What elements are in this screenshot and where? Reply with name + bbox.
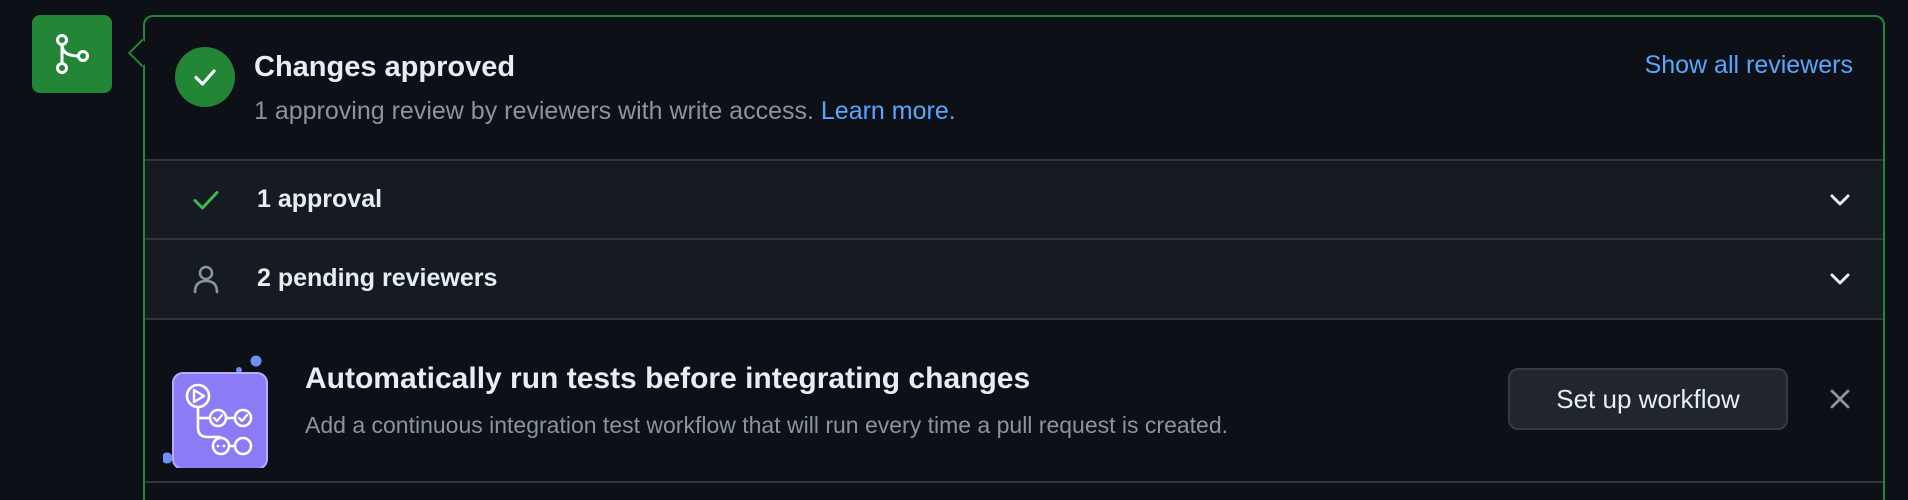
- ci-prompt-title: Automatically run tests before integrati…: [305, 362, 1031, 395]
- chevron-down-icon[interactable]: [1827, 187, 1853, 213]
- approval-header: Changes approved 1 approving review by r…: [145, 17, 1883, 161]
- approval-subtitle: 1 approving review by reviewers with wri…: [254, 97, 956, 126]
- pending-reviewers-row[interactable]: 2 pending reviewers: [145, 240, 1883, 320]
- merge-box: Changes approved 1 approving review by r…: [143, 15, 1885, 500]
- set-up-workflow-button[interactable]: Set up workflow: [1508, 368, 1788, 430]
- pending-reviewers-label: 2 pending reviewers: [257, 264, 498, 292]
- approvals-row[interactable]: 1 approval: [145, 161, 1883, 240]
- show-all-reviewers-link[interactable]: Show all reviewers: [1645, 51, 1853, 80]
- merge-status-badge: [32, 15, 112, 93]
- person-icon: [191, 264, 221, 294]
- approval-title: Changes approved: [254, 51, 516, 83]
- approved-check-icon: [175, 47, 235, 107]
- pr-merge-status-page: Changes approved 1 approving review by r…: [0, 0, 1908, 500]
- ci-workflow-prompt: Automatically run tests before integrati…: [145, 320, 1883, 483]
- ci-prompt-subtitle: Add a continuous integration test workfl…: [305, 412, 1229, 438]
- approvals-label: 1 approval: [257, 185, 383, 213]
- learn-more-link[interactable]: Learn more.: [821, 97, 956, 125]
- git-merge-icon: [56, 34, 89, 74]
- chevron-down-icon[interactable]: [1827, 266, 1853, 292]
- approval-subtitle-text: 1 approving review by reviewers with wri…: [254, 97, 814, 125]
- check-icon: [191, 185, 221, 215]
- close-icon[interactable]: [1825, 384, 1855, 414]
- workflow-illustration-icon: [163, 355, 268, 468]
